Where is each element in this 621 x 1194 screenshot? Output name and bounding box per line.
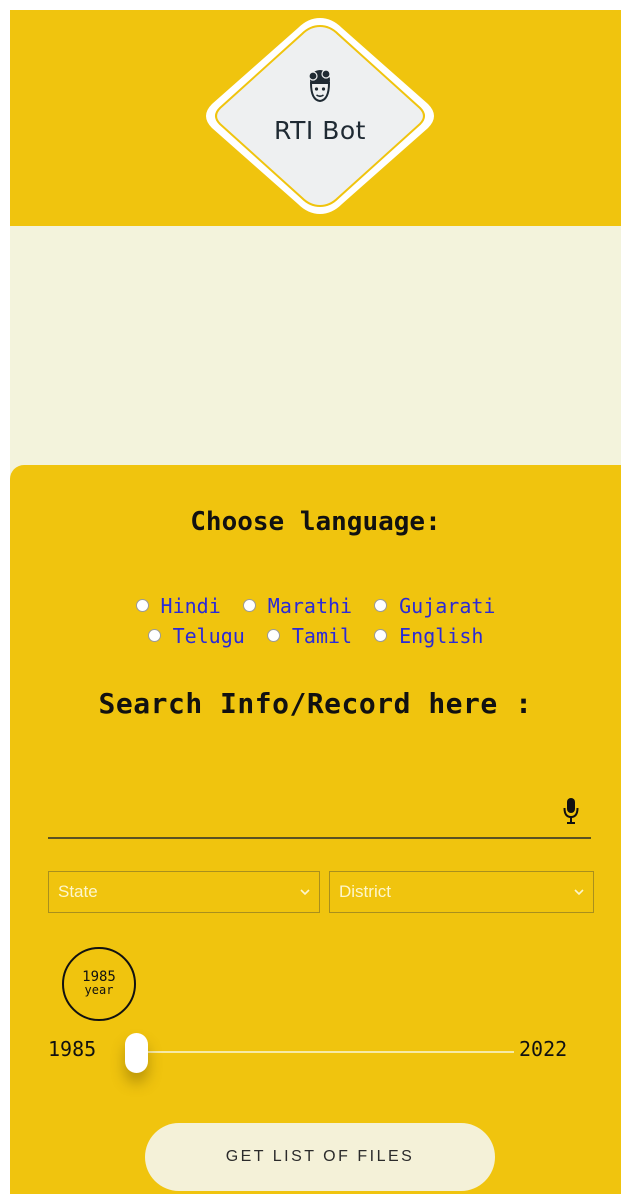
- language-label-marathi: Marathi: [267, 593, 353, 618]
- get-list-of-files-button[interactable]: GET LIST OF FILES: [145, 1123, 495, 1191]
- language-heading: Choose language:: [190, 507, 441, 537]
- district-select-value: District: [339, 882, 391, 901]
- search-heading: Search Info/Record here :: [98, 687, 533, 720]
- year-range-min: 1985: [48, 1037, 97, 1061]
- language-label-gujarati: Gujarati: [399, 593, 496, 618]
- language-option-gujarati[interactable]: Gujarati: [374, 594, 495, 618]
- chevron-down-icon: [300, 889, 310, 896]
- logo-title: RTI Bot: [274, 116, 366, 145]
- language-options-row-1: Hindi Marathi Gujarati: [10, 593, 621, 618]
- header: RTI Bot: [10, 10, 621, 226]
- search-field: [48, 777, 591, 839]
- language-option-hindi[interactable]: Hindi: [135, 593, 221, 618]
- language-label-english: English: [399, 623, 484, 648]
- year-slider-track[interactable]: [138, 1051, 514, 1053]
- language-option-telugu[interactable]: Telugu: [147, 623, 245, 648]
- hindi-radio[interactable]: [135, 599, 149, 612]
- language-label-hindi: Hindi: [160, 593, 221, 618]
- year-value-bubble: 1985 year: [62, 947, 136, 1021]
- state-select[interactable]: State: [48, 871, 320, 913]
- year-unit-label: year: [84, 983, 114, 997]
- search-input[interactable]: [48, 787, 552, 829]
- district-select[interactable]: District: [329, 871, 594, 913]
- logo: RTI Bot: [190, 10, 450, 222]
- search-panel: Choose language: Hindi Marathi Gujarati …: [10, 465, 621, 1194]
- year-range-max: 2022: [519, 1037, 568, 1061]
- language-options-row-2: Telugu Tamil English: [10, 623, 621, 648]
- content-area: [10, 226, 621, 476]
- chevron-down-icon: [574, 889, 584, 896]
- tamil-radio[interactable]: [266, 629, 280, 642]
- page: RTI Bot Choose language: Hindi Marathi G…: [0, 0, 621, 1194]
- year-slider-thumb[interactable]: [125, 1033, 148, 1073]
- telugu-radio[interactable]: [147, 629, 161, 642]
- language-option-english[interactable]: English: [374, 624, 483, 648]
- language-option-marathi[interactable]: Marathi: [242, 593, 353, 618]
- language-option-tamil[interactable]: Tamil: [266, 623, 353, 648]
- language-label-telugu: Telugu: [172, 623, 245, 648]
- marathi-radio[interactable]: [242, 599, 256, 612]
- state-select-value: State: [58, 882, 98, 901]
- gujarati-radio[interactable]: [374, 599, 388, 612]
- language-label-tamil: Tamil: [291, 623, 353, 648]
- english-radio[interactable]: [374, 629, 388, 642]
- robot-face-icon: [308, 69, 331, 103]
- microphone-icon[interactable]: [563, 797, 579, 825]
